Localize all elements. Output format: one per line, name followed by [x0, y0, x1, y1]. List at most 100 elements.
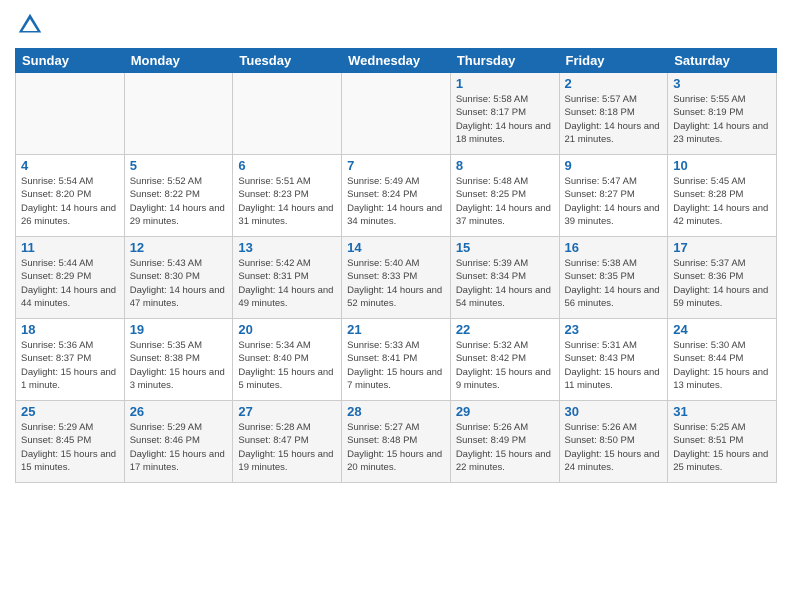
day-info: Sunrise: 5:55 AMSunset: 8:19 PMDaylight:… [673, 93, 771, 146]
calendar-cell: 20Sunrise: 5:34 AMSunset: 8:40 PMDayligh… [233, 319, 342, 401]
header-sunday: Sunday [16, 49, 125, 73]
calendar-cell: 7 Sunrise: 5:49 AMSunset: 8:24 PMDaylight… [342, 155, 451, 237]
day-number: 18 [21, 322, 119, 337]
day-number: 6 [238, 158, 336, 173]
calendar-cell: 1Sunrise: 5:58 AMSunset: 8:17 PMDaylight… [450, 73, 559, 155]
calendar-cell: 22Sunrise: 5:32 AMSunset: 8:42 PMDayligh… [450, 319, 559, 401]
calendar-cell: 30 Sunrise: 5:26 AMSunset: 8:50 PMDayligh… [559, 401, 668, 483]
day-info: Sunrise: 5:40 AMSunset: 8:33 PMDaylight:… [347, 257, 445, 310]
calendar-cell: 6Sunrise: 5:51 AMSunset: 8:23 PMDaylight… [233, 155, 342, 237]
day-info: Sunrise: 5:42 AMSunset: 8:31 PMDaylight:… [238, 257, 336, 310]
day-number: 11 [21, 240, 119, 255]
day-number: 23 [565, 322, 663, 337]
calendar-cell: 28 Sunrise: 5:27 AMSunset: 8:48 PMDayligh… [342, 401, 451, 483]
day-number: 5 [130, 158, 228, 173]
calendar-cell: 26 Sunrise: 5:29 AMSunset: 8:46 PMDayligh… [124, 401, 233, 483]
day-info: Sunrise: 5:43 AMSunset: 8:30 PMDaylight:… [130, 257, 228, 310]
calendar-cell [16, 73, 125, 155]
day-info: Sunrise: 5:36 AMSunset: 8:37 PMDaylight:… [21, 339, 119, 392]
day-number: 29 [456, 404, 554, 419]
day-info: Sunrise: 5:26 AMSunset: 8:50 PMDaylight:… [565, 421, 663, 474]
week-row-3: 11 Sunrise: 5:44 AMSunset: 8:29 PMDayligh… [16, 237, 777, 319]
day-number: 2 [565, 76, 663, 91]
calendar-table: SundayMondayTuesdayWednesdayThursdayFrid… [15, 48, 777, 483]
week-row-1: 1Sunrise: 5:58 AMSunset: 8:17 PMDaylight… [16, 73, 777, 155]
calendar-cell: 25 Sunrise: 5:29 AMSunset: 8:45 PMDayligh… [16, 401, 125, 483]
calendar-cell: 24 Sunrise: 5:30 AMSunset: 8:44 PMDayligh… [668, 319, 777, 401]
day-info: Sunrise: 5:37 AMSunset: 8:36 PMDaylight:… [673, 257, 771, 310]
day-number: 17 [673, 240, 771, 255]
header-row: SundayMondayTuesdayWednesdayThursdayFrid… [16, 49, 777, 73]
calendar-cell: 21Sunrise: 5:33 AMSunset: 8:41 PMDayligh… [342, 319, 451, 401]
header-wednesday: Wednesday [342, 49, 451, 73]
day-info: Sunrise: 5:25 AMSunset: 8:51 PMDaylight:… [673, 421, 771, 474]
logo [15, 10, 49, 40]
header-saturday: Saturday [668, 49, 777, 73]
day-number: 20 [238, 322, 336, 337]
day-number: 25 [21, 404, 119, 419]
day-info: Sunrise: 5:35 AMSunset: 8:38 PMDaylight:… [130, 339, 228, 392]
calendar-cell: 4 Sunrise: 5:54 AMSunset: 8:20 PMDaylight… [16, 155, 125, 237]
calendar-cell: 10 Sunrise: 5:45 AMSunset: 8:28 PMDayligh… [668, 155, 777, 237]
day-info: Sunrise: 5:44 AMSunset: 8:29 PMDaylight:… [21, 257, 119, 310]
day-number: 10 [673, 158, 771, 173]
day-info: Sunrise: 5:26 AMSunset: 8:49 PMDaylight:… [456, 421, 554, 474]
day-number: 16 [565, 240, 663, 255]
day-number: 27 [238, 404, 336, 419]
day-number: 7 [347, 158, 445, 173]
day-number: 3 [673, 76, 771, 91]
calendar-cell: 14 Sunrise: 5:40 AMSunset: 8:33 PMDayligh… [342, 237, 451, 319]
day-number: 14 [347, 240, 445, 255]
day-number: 9 [565, 158, 663, 173]
header [15, 10, 777, 40]
calendar-cell [233, 73, 342, 155]
calendar-cell: 17 Sunrise: 5:37 AMSunset: 8:36 PMDayligh… [668, 237, 777, 319]
day-number: 8 [456, 158, 554, 173]
day-info: Sunrise: 5:58 AMSunset: 8:17 PMDaylight:… [456, 93, 554, 146]
day-info: Sunrise: 5:47 AMSunset: 8:27 PMDaylight:… [565, 175, 663, 228]
calendar-cell: 19Sunrise: 5:35 AMSunset: 8:38 PMDayligh… [124, 319, 233, 401]
day-info: Sunrise: 5:48 AMSunset: 8:25 PMDaylight:… [456, 175, 554, 228]
day-info: Sunrise: 5:45 AMSunset: 8:28 PMDaylight:… [673, 175, 771, 228]
day-info: Sunrise: 5:29 AMSunset: 8:45 PMDaylight:… [21, 421, 119, 474]
calendar-cell: 31 Sunrise: 5:25 AMSunset: 8:51 PMDayligh… [668, 401, 777, 483]
header-thursday: Thursday [450, 49, 559, 73]
calendar-cell [342, 73, 451, 155]
day-number: 15 [456, 240, 554, 255]
week-row-2: 4 Sunrise: 5:54 AMSunset: 8:20 PMDaylight… [16, 155, 777, 237]
day-info: Sunrise: 5:27 AMSunset: 8:48 PMDaylight:… [347, 421, 445, 474]
day-number: 31 [673, 404, 771, 419]
calendar-cell: 15Sunrise: 5:39 AMSunset: 8:34 PMDayligh… [450, 237, 559, 319]
day-info: Sunrise: 5:28 AMSunset: 8:47 PMDaylight:… [238, 421, 336, 474]
header-monday: Monday [124, 49, 233, 73]
calendar-cell: 16 Sunrise: 5:38 AMSunset: 8:35 PMDayligh… [559, 237, 668, 319]
calendar-cell: 8 Sunrise: 5:48 AMSunset: 8:25 PMDaylight… [450, 155, 559, 237]
calendar-cell: 2 Sunrise: 5:57 AMSunset: 8:18 PMDaylight… [559, 73, 668, 155]
day-number: 28 [347, 404, 445, 419]
day-info: Sunrise: 5:49 AMSunset: 8:24 PMDaylight:… [347, 175, 445, 228]
header-tuesday: Tuesday [233, 49, 342, 73]
day-info: Sunrise: 5:31 AMSunset: 8:43 PMDaylight:… [565, 339, 663, 392]
calendar-cell: 23 Sunrise: 5:31 AMSunset: 8:43 PMDayligh… [559, 319, 668, 401]
calendar-cell: 3 Sunrise: 5:55 AMSunset: 8:19 PMDaylight… [668, 73, 777, 155]
day-info: Sunrise: 5:38 AMSunset: 8:35 PMDaylight:… [565, 257, 663, 310]
day-info: Sunrise: 5:29 AMSunset: 8:46 PMDaylight:… [130, 421, 228, 474]
day-number: 26 [130, 404, 228, 419]
calendar-cell: 11 Sunrise: 5:44 AMSunset: 8:29 PMDayligh… [16, 237, 125, 319]
calendar-cell [124, 73, 233, 155]
calendar-cell: 29 Sunrise: 5:26 AMSunset: 8:49 PMDayligh… [450, 401, 559, 483]
day-info: Sunrise: 5:30 AMSunset: 8:44 PMDaylight:… [673, 339, 771, 392]
day-number: 4 [21, 158, 119, 173]
week-row-4: 18 Sunrise: 5:36 AMSunset: 8:37 PMDayligh… [16, 319, 777, 401]
week-row-5: 25 Sunrise: 5:29 AMSunset: 8:45 PMDayligh… [16, 401, 777, 483]
day-info: Sunrise: 5:33 AMSunset: 8:41 PMDaylight:… [347, 339, 445, 392]
day-info: Sunrise: 5:57 AMSunset: 8:18 PMDaylight:… [565, 93, 663, 146]
calendar-cell: 5Sunrise: 5:52 AMSunset: 8:22 PMDaylight… [124, 155, 233, 237]
logo-icon [15, 10, 45, 40]
day-number: 30 [565, 404, 663, 419]
day-info: Sunrise: 5:54 AMSunset: 8:20 PMDaylight:… [21, 175, 119, 228]
calendar-cell: 18 Sunrise: 5:36 AMSunset: 8:37 PMDayligh… [16, 319, 125, 401]
calendar-cell: 12Sunrise: 5:43 AMSunset: 8:30 PMDayligh… [124, 237, 233, 319]
day-number: 24 [673, 322, 771, 337]
calendar-cell: 9 Sunrise: 5:47 AMSunset: 8:27 PMDaylight… [559, 155, 668, 237]
